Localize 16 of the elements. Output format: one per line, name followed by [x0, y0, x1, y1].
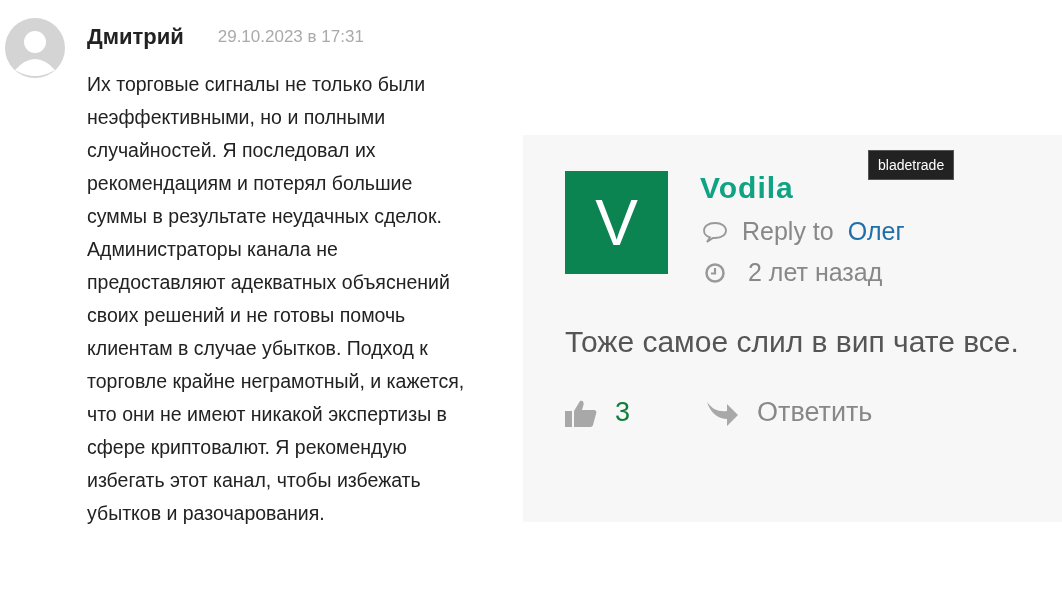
author-name: Дмитрий — [87, 24, 184, 50]
reply-to-label: Reply to — [742, 217, 834, 246]
thumbs-up-icon[interactable] — [565, 398, 597, 427]
author-name: Vodila — [700, 171, 795, 205]
reply-to-link[interactable]: Олег — [847, 217, 905, 246]
like-count: 3 — [615, 397, 631, 428]
speech-bubble-icon — [702, 220, 728, 243]
avatar-icon — [5, 18, 65, 78]
reply-button[interactable]: Ответить — [705, 397, 873, 428]
comment-time: 2 лет назад — [748, 258, 883, 287]
comment-text: Тоже самое слил в вип чате все. — [565, 325, 1020, 359]
comment-date: 29.10.2023 в 17:31 — [217, 27, 364, 47]
tooltip: bladetrade — [868, 150, 955, 180]
comment-text: Их торговые сигналы не только были неэффективными, но и полными случайностей. Я последовал их рекомендациям и потерял большие суммы в результате неудачных сделок. Администраторы канала не предоставляют адекватных объяснений своих решений и не готовы помочь клиентам в случае убытков. Подход к торговле крайне неграмотный, и кажется, что они не имеют никакой экспертизы в сфере криптовалют. Я рекомендую избегать этот канал, чтобы избежать убытков и разочарования. — [87, 72, 466, 526]
avatar-letter: V — [565, 171, 668, 274]
clock-icon — [704, 261, 726, 284]
